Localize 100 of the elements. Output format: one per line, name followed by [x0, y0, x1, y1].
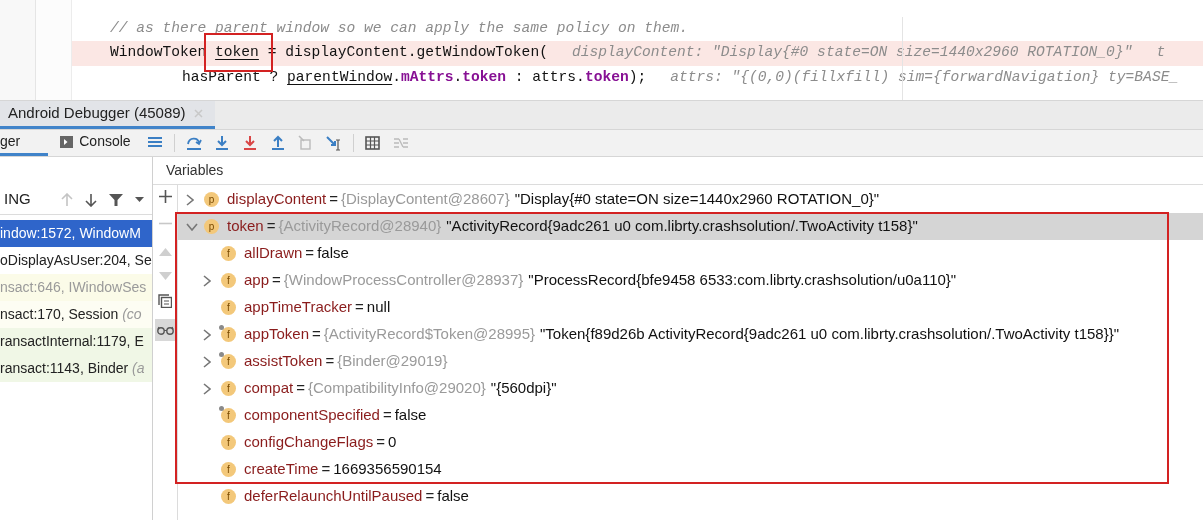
variable-type: {ActivityRecord$Token@28995} [323, 324, 535, 345]
equals-sign: = [312, 324, 321, 345]
field-badge-icon: f [221, 435, 236, 450]
equals-sign: = [355, 297, 364, 318]
variable-row[interactable]: f componentSpecified = false [178, 402, 1203, 429]
field-badge-icon: f [221, 381, 236, 396]
add-icon[interactable] [158, 190, 172, 203]
variable-name: appTimeTracker [244, 297, 353, 318]
variable-name: deferRelaunchUntilPaused [244, 486, 423, 507]
variable-name: app [244, 270, 270, 291]
variable-type: {ActivityRecord@28940} [278, 216, 442, 237]
copy-icon[interactable] [158, 294, 172, 308]
stack-frame-row[interactable]: ransact:1143, Binder (a [0, 355, 152, 382]
variable-row[interactable]: f appTimeTracker = null [178, 294, 1203, 321]
stack-frame-row[interactable]: nsact:170, Session (co [0, 301, 152, 328]
thread-name: ING [4, 189, 32, 210]
variable-name: displayContent [227, 189, 327, 210]
variable-name: allDrawn [244, 243, 303, 264]
field-badge-icon: f [221, 354, 236, 369]
variable-name: assistToken [244, 351, 323, 372]
field-badge-icon: f [221, 273, 236, 288]
equals-sign: = [376, 432, 386, 453]
variable-name: createTime [244, 459, 319, 480]
variable-value: null [366, 297, 391, 318]
variable-value: "{560dpi}" [490, 378, 557, 399]
variable-type: {CompatibilityInfo@29020} [307, 378, 486, 399]
equals-sign: = [321, 459, 331, 480]
variable-name: token [227, 216, 264, 237]
code-text: WindowToken [110, 43, 208, 63]
equals-sign: = [305, 243, 315, 264]
stack-frame-row[interactable]: indow:1572, WindowM [0, 220, 152, 247]
variable-value: "Token{f89d26b ActivityRecord{9adc261 u0 com.librty.crashsolution/.TwoActivity t158}}" [540, 324, 1120, 345]
panel-tab[interactable]: Console [48, 130, 141, 156]
panel-tab[interactable]: ger [0, 130, 49, 156]
inline-value-hint: displayContent: "Display{#0 state=ON size=1440x2960 ROTATION_0}" [571, 43, 1133, 63]
variable-name: configChangeFlags [244, 432, 374, 453]
dropdown-caret-icon[interactable] [135, 197, 144, 202]
run-to-cursor-icon[interactable] [325, 135, 342, 151]
variable-type: {WindowProcessController@28937} [283, 270, 524, 291]
debugger-window-tab[interactable]: Android Debugger (45089) [0, 101, 215, 129]
code-text: token [584, 67, 629, 87]
panel-title: Variables [166, 161, 224, 180]
field-badge-icon: p [204, 219, 219, 234]
code-text: mAttrs [400, 67, 454, 87]
variable-value: 0 [388, 432, 397, 453]
variable-value: false [437, 486, 469, 507]
variable-name: componentSpecified [244, 405, 380, 426]
equals-sign: = [266, 216, 276, 237]
field-badge-icon: f [221, 489, 236, 504]
equals-sign: = [325, 351, 335, 372]
variable-row[interactable]: f compat = {CompatibilityInfo@29020} "{560dpi}" [178, 375, 1203, 402]
field-badge-icon: f [221, 246, 236, 261]
variable-row[interactable]: f deferRelaunchUntilPaused = false [178, 483, 1203, 510]
inline-value-hint: attrs: "{(0,0)(fillxfill) sim={forwardNavigation} ty=BASE_ [670, 67, 1179, 87]
code-text: : attrs. [513, 67, 585, 87]
variable-row[interactable]: f createTime = 1669356590154 [178, 456, 1203, 483]
variable-row[interactable]: p token = {ActivityRecord@28940} "ActivityRecord{9adc261 u0 com.librty.crashsolution/.TwoActivity t158}" [178, 213, 1203, 240]
code-text: token [462, 67, 507, 87]
variable-row[interactable]: p displayContent = {DisplayContent@28607} "Display{#0 state=ON size=1440x2960 ROTATION_0}" [178, 186, 1203, 213]
variable-type: {Binder@29019} [337, 351, 448, 372]
code-text: parentWindow [287, 67, 393, 87]
step-out-icon[interactable] [269, 135, 286, 151]
code-comment: // as there parent window so we can apply the same policy on them. [110, 18, 688, 38]
stack-frame-row[interactable]: ransactInternal:1179, E [0, 328, 152, 355]
down-arrow-icon[interactable] [85, 192, 97, 207]
force-step-into-icon[interactable] [241, 135, 258, 151]
code-text: token [215, 42, 259, 65]
inline-value-hint: t [1156, 43, 1166, 63]
field-badge-icon: f [221, 300, 236, 315]
code-text: . [392, 67, 401, 87]
console-icon [60, 135, 74, 148]
variable-row[interactable]: f app = {WindowProcessController@28937} "ProcessRecord{bfe9458 6533:com.librty.crashsolution/u0a110}" [178, 267, 1203, 294]
variable-value: "ProcessRecord{bfe9458 6533:com.librty.crashsolution/u0a110}" [528, 270, 957, 291]
variable-type: {DisplayContent@28607} [341, 189, 510, 210]
variable-row[interactable]: f configChangeFlags = 0 [178, 429, 1203, 456]
variable-name: appToken [244, 324, 310, 345]
step-into-icon[interactable] [213, 135, 230, 151]
variable-row[interactable]: f assistToken = {Binder@29019} [178, 348, 1203, 375]
window-tab-label: Android Debugger (45089) [8, 103, 186, 124]
evaluate-icon[interactable] [364, 135, 381, 151]
equals-sign: = [329, 189, 338, 210]
equals-sign: = [296, 378, 305, 399]
watches-toggle[interactable] [154, 319, 176, 341]
equals-sign: = [272, 270, 281, 291]
field-badge-icon: f [221, 462, 236, 477]
variable-name: compat [244, 378, 294, 399]
field-badge-icon: p [204, 192, 219, 207]
variable-value: 1669356590154 [333, 459, 442, 480]
variable-value: false [394, 405, 427, 426]
variable-value: "ActivityRecord{9adc261 u0 com.librty.crashsolution/.TwoActivity t158}" [446, 216, 918, 237]
equals-sign: = [425, 486, 435, 507]
equals-sign: = [382, 405, 392, 426]
variable-row[interactable]: f appToken = {ActivityRecord$Token@28995} "Token{f89d26b ActivityRecord{9adc261 u0 com.librty.crashsolution/.TwoActivity t158}}" [178, 321, 1203, 348]
variable-row[interactable]: f allDrawn = false [178, 240, 1203, 267]
variable-value: false [317, 243, 349, 264]
code-text: . [453, 67, 463, 87]
glasses-icon [156, 325, 174, 335]
filter-icon[interactable] [109, 192, 123, 207]
variable-value: "Display{#0 state=ON size=1440x2960 ROTATION_0}" [514, 189, 880, 210]
step-over-icon[interactable] [185, 135, 202, 151]
